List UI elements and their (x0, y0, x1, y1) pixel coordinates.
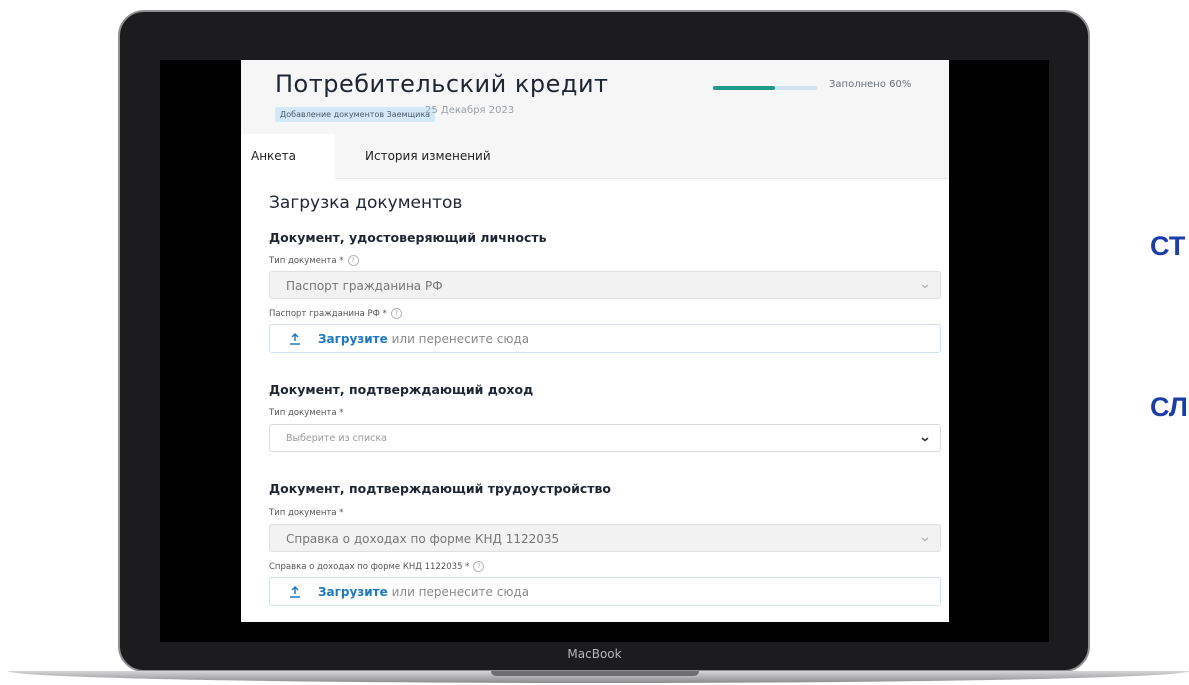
income-type-placeholder: Выберите из списка (286, 433, 387, 444)
identity-type-select[interactable]: Паспорт гражданина РФ (269, 271, 941, 299)
form-section-title: Загрузка документов (269, 193, 463, 213)
employment-group-title: Документ, подтверждающий трудоустройство (269, 481, 612, 496)
income-group-title: Документ, подтверждающий доход (269, 382, 534, 397)
application-date: 25 Декабря 2023 (425, 105, 515, 116)
credit-form-panel: Потребительский кредит Добавление докуме… (241, 60, 949, 622)
progress-bar-fill (713, 86, 776, 90)
income-type-label: Тип документа * (269, 408, 344, 418)
progress-label: Заполнено 60% (829, 79, 912, 90)
upload-link[interactable]: Загрузите (318, 332, 388, 346)
upload-link[interactable]: Загрузите (318, 585, 388, 599)
identity-type-value: Паспорт гражданина РФ (286, 279, 443, 293)
page-header: Потребительский кредит Добавление докуме… (241, 60, 949, 134)
income-type-select[interactable]: Выберите из списка (269, 424, 941, 452)
upload-text: Загрузите или перенесите сюда (318, 325, 529, 353)
passport-file-label: Паспорт гражданина РФ *? (269, 308, 402, 319)
upload-icon (290, 332, 300, 345)
passport-file-label-text: Паспорт гражданина РФ * (269, 309, 387, 319)
identity-type-label-text: Тип документа * (269, 256, 344, 266)
laptop-notch (491, 671, 699, 676)
upload-text: Загрузите или перенесите сюда (318, 578, 529, 606)
help-icon[interactable]: ? (347, 255, 359, 266)
progress-bar (713, 86, 817, 90)
status-badge: Добавление документов Заемщика (275, 107, 436, 122)
laptop-screen: Потребительский кредит Добавление докуме… (160, 60, 1049, 642)
upload-text-rest: или перенесите сюда (387, 585, 530, 599)
help-icon[interactable]: ? (473, 561, 485, 572)
employment-type-label: Тип документа * (269, 508, 344, 518)
tab-questionnaire[interactable]: Анкета (241, 134, 335, 179)
income-certificate-upload-dropzone[interactable]: Загрузите или перенесите сюда (269, 577, 941, 606)
identity-group-title: Документ, удостоверяющий личность (269, 230, 547, 245)
employment-type-value: Справка о доходах по форме КНД 1122035 (286, 532, 560, 546)
employment-type-select[interactable]: Справка о доходах по форме КНД 1122035 (269, 524, 941, 552)
chevron-down-icon (921, 537, 929, 542)
upload-text-rest: или перенесите сюда (387, 332, 530, 346)
income-certificate-file-label-text: Справка о доходах по форме КНД 1122035 * (269, 562, 470, 572)
chevron-down-icon (921, 284, 929, 289)
help-icon[interactable]: ? (390, 308, 402, 319)
identity-type-label: Тип документа *? (269, 255, 359, 266)
tab-bar: Анкета История изменений (241, 134, 949, 179)
macbook-label: MacBook (567, 647, 622, 661)
income-certificate-file-label: Справка о доходах по форме КНД 1122035 *… (269, 561, 485, 572)
tab-change-history[interactable]: История изменений (365, 134, 491, 178)
upload-icon (290, 585, 300, 598)
side-text-bottom: СЛ (1150, 392, 1188, 422)
passport-upload-dropzone[interactable]: Загрузите или перенесите сюда (269, 324, 941, 353)
side-text-top: СТ (1150, 231, 1186, 261)
page-title: Потребительский кредит (275, 70, 609, 98)
chevron-down-icon (921, 437, 929, 442)
